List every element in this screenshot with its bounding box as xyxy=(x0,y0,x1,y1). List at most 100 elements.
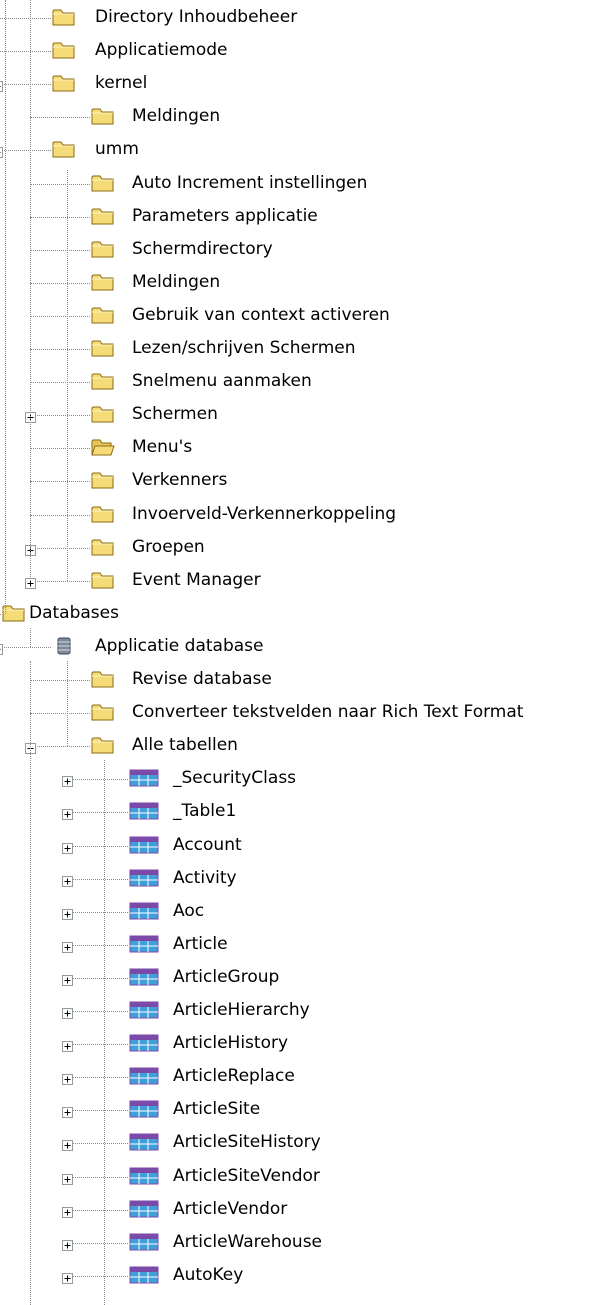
tree-item[interactable]: Schermen xyxy=(0,399,603,432)
tree-item[interactable]: Snelmenu aanmaken xyxy=(0,366,603,399)
expand-icon[interactable] xyxy=(62,872,73,887)
tree-item[interactable]: Event Manager xyxy=(0,565,603,598)
expand-icon[interactable] xyxy=(62,1236,73,1251)
tree-item[interactable]: Meldingen xyxy=(0,101,603,134)
tree-item[interactable]: ArticleReplace xyxy=(0,1061,603,1094)
tree-connector xyxy=(30,481,90,483)
folder-icon xyxy=(91,239,115,264)
tree-connector xyxy=(67,1044,128,1046)
expand-icon[interactable] xyxy=(62,1269,73,1284)
tree-guide-line xyxy=(67,660,68,747)
tree-item[interactable]: Applicatiemode xyxy=(0,35,603,68)
tree-item[interactable]: ArticleSiteHistory xyxy=(0,1127,603,1160)
tree-item[interactable]: Verkenners xyxy=(0,465,603,498)
tree-item-label: Parameters applicatie xyxy=(132,205,318,226)
tree-connector xyxy=(67,779,128,781)
folder-icon xyxy=(52,73,76,98)
tree-item[interactable]: Article xyxy=(0,929,603,962)
tree-item[interactable]: _Table1 xyxy=(0,796,603,829)
tree-item-label: Meldingen xyxy=(132,106,221,127)
folder-icon xyxy=(91,570,115,595)
expand-icon[interactable] xyxy=(62,805,73,821)
tree-item[interactable]: ArticleVendor xyxy=(0,1194,603,1227)
table-icon xyxy=(129,934,159,959)
expand-icon[interactable] xyxy=(62,905,73,920)
tree-item[interactable]: Meldingen xyxy=(0,267,603,300)
expand-icon[interactable] xyxy=(62,971,73,986)
expand-icon[interactable] xyxy=(62,1037,73,1053)
tree-item[interactable]: Groepen xyxy=(0,532,603,565)
tree-item[interactable]: Revise database xyxy=(0,664,603,697)
tree-item[interactable]: Auto Increment instellingen xyxy=(0,168,603,201)
tree-item[interactable]: umm xyxy=(0,134,603,167)
expand-icon[interactable] xyxy=(62,1070,73,1086)
tree-item-label: kernel xyxy=(95,73,148,94)
tree-item[interactable]: Applicatie database xyxy=(0,631,603,664)
tree-item[interactable]: Databases xyxy=(0,598,603,631)
expand-icon[interactable] xyxy=(62,772,73,788)
tree-item-label: Databases xyxy=(29,602,119,623)
table-icon xyxy=(129,1232,159,1257)
collapse-icon[interactable] xyxy=(0,640,3,655)
tree-item[interactable]: Menu's xyxy=(0,432,603,465)
tree-item[interactable]: Activity xyxy=(0,863,603,896)
collapse-icon[interactable] xyxy=(0,143,3,159)
tree-item[interactable]: Directory Inhoudbeheer xyxy=(0,2,603,35)
tree-item[interactable]: kernel xyxy=(0,68,603,101)
expand-icon[interactable] xyxy=(62,1004,73,1019)
folder-icon xyxy=(91,305,115,330)
tree-item[interactable]: ArticleSite xyxy=(0,1094,603,1127)
tree-connector xyxy=(67,911,128,913)
tree-item[interactable]: ArticleHistory xyxy=(0,1028,603,1061)
tree-item-label: Gebruik van context activeren xyxy=(132,304,390,325)
tree-item[interactable]: Invoerveld-Verkennerkoppeling xyxy=(0,499,603,532)
tree-connector xyxy=(30,746,90,748)
tree-item[interactable]: ArticleWarehouse xyxy=(0,1227,603,1260)
tree-item-label: Invoerveld-Verkennerkoppeling xyxy=(132,503,397,524)
tree-item-label: ArticleSiteHistory xyxy=(173,1132,321,1153)
tree-item[interactable]: AutoKey xyxy=(0,1260,603,1293)
tree-item[interactable]: Alle tabellen xyxy=(0,730,603,763)
tree-item-label: Schermen xyxy=(132,404,218,425)
table-icon xyxy=(129,835,159,860)
tree-item[interactable]: ArticleSiteVendor xyxy=(0,1161,603,1194)
tree-item[interactable]: Schermdirectory xyxy=(0,234,603,267)
table-icon xyxy=(129,967,159,992)
tree-connector xyxy=(67,1242,128,1244)
expand-icon[interactable] xyxy=(62,839,73,854)
expand-icon[interactable] xyxy=(62,1103,73,1119)
table-icon xyxy=(129,1066,159,1091)
tree-item[interactable]: Account xyxy=(0,830,603,863)
tree-item[interactable]: ArticleHierarchy xyxy=(0,995,603,1028)
table-icon xyxy=(129,1000,159,1025)
tree-item[interactable]: _SecurityClass xyxy=(0,763,603,796)
table-icon xyxy=(129,901,159,926)
tree-connector xyxy=(67,812,128,814)
tree-item[interactable]: ArticleGroup xyxy=(0,962,603,995)
tree-guide-line xyxy=(104,760,105,1305)
table-icon xyxy=(129,1099,159,1124)
tree-connector xyxy=(30,117,90,119)
tree-item[interactable]: Gebruik van context activeren xyxy=(0,300,603,333)
tree-connector xyxy=(0,646,51,648)
tree-item[interactable]: Parameters applicatie xyxy=(0,201,603,234)
tree-item[interactable]: Converteer tekstvelden naar Rich Text Fo… xyxy=(0,697,603,730)
folder-icon xyxy=(91,173,115,198)
tree-connector xyxy=(67,878,128,880)
expand-icon[interactable] xyxy=(62,1136,73,1152)
tree-connector xyxy=(67,944,128,946)
tree-item-label: Event Manager xyxy=(132,569,261,590)
tree-connector xyxy=(30,282,90,284)
expand-icon[interactable] xyxy=(62,1170,73,1185)
tree-item-label: Auto Increment instellingen xyxy=(132,172,368,193)
tree-connector xyxy=(67,1011,128,1012)
expand-icon[interactable] xyxy=(62,938,73,953)
tree-item-label: Revise database xyxy=(132,669,272,689)
tree-item-label: ArticleReplace xyxy=(173,1066,295,1087)
tree-item[interactable]: Lezen/schrijven Schermen xyxy=(0,333,603,366)
tree-item[interactable]: Aoc xyxy=(0,896,603,929)
tree-item-label: Directory Inhoudbeheer xyxy=(95,7,298,27)
collapse-icon[interactable] xyxy=(0,77,3,93)
tree-item-label: ArticleSiteVendor xyxy=(173,1165,320,1186)
expand-icon[interactable] xyxy=(62,1203,73,1218)
